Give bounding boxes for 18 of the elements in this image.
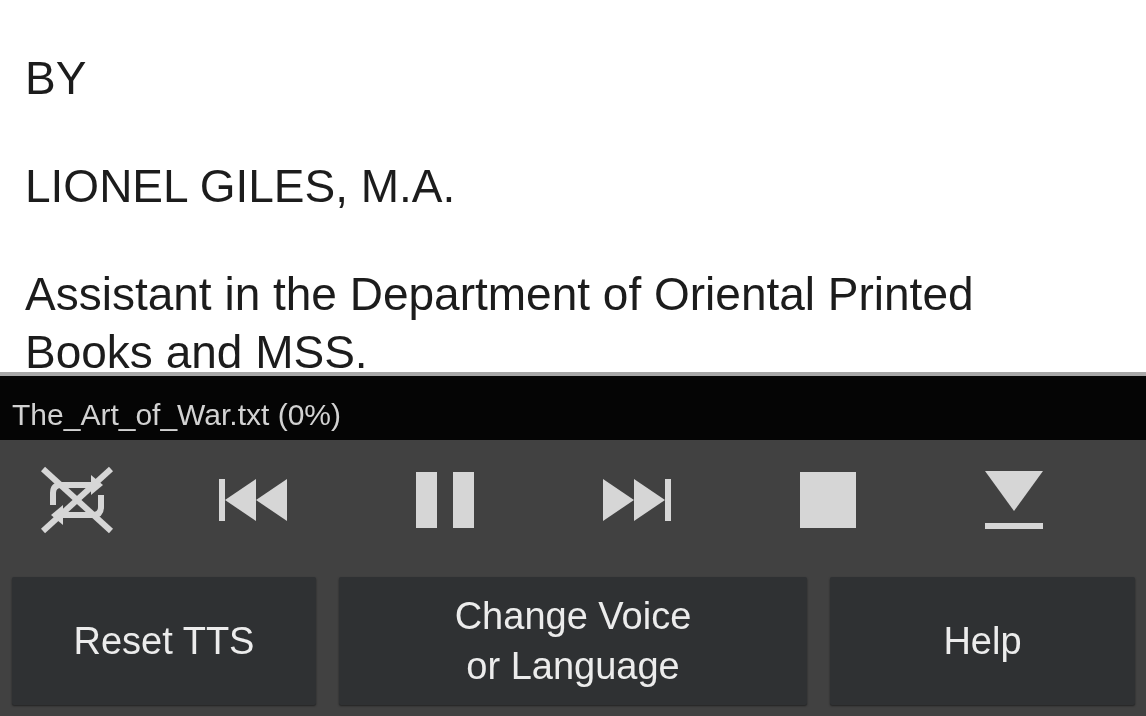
repeat-off-button[interactable] bbox=[39, 465, 115, 535]
stop-icon bbox=[800, 472, 856, 528]
down-arrow-icon bbox=[985, 471, 1043, 529]
reset-tts-button[interactable]: Reset TTS bbox=[12, 577, 316, 705]
paragraph: Assistant in the Department of Oriental Printed Books and MSS. bbox=[25, 267, 975, 372]
pause-icon bbox=[416, 472, 474, 528]
change-voice-button[interactable]: Change Voice or Language bbox=[339, 577, 807, 705]
file-status-text: The_Art_of_War.txt (0%) bbox=[12, 398, 341, 432]
help-button[interactable]: Help bbox=[830, 577, 1135, 705]
paragraph: BY bbox=[25, 51, 88, 106]
pause-button[interactable] bbox=[416, 472, 474, 528]
repeat-off-icon bbox=[39, 465, 115, 535]
collapse-button[interactable] bbox=[985, 471, 1043, 529]
paragraph: LIONEL GILES, M.A. bbox=[25, 159, 457, 214]
skip-previous-button[interactable] bbox=[219, 479, 287, 521]
skip-previous-icon bbox=[219, 479, 287, 521]
skip-next-icon bbox=[603, 479, 671, 521]
skip-next-button[interactable] bbox=[603, 479, 671, 521]
